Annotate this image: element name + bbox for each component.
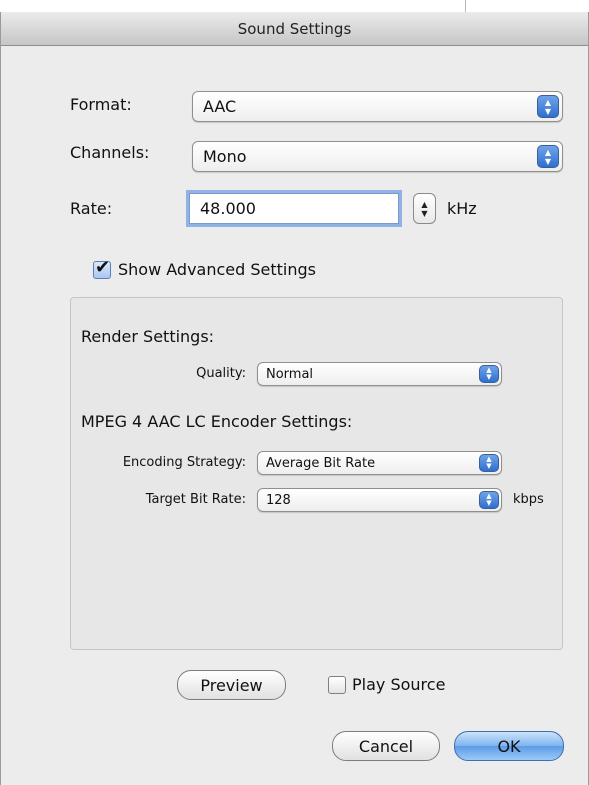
- up-down-arrows-icon: ▲ ▼: [479, 454, 499, 472]
- stepper-icon: ▲ ▼: [421, 199, 428, 218]
- render-settings-heading: Render Settings:: [81, 327, 215, 346]
- up-down-arrows-icon: ▲ ▼: [479, 365, 499, 383]
- up-down-arrows-icon: ▲ ▼: [537, 145, 559, 168]
- target-bit-rate-label: Target Bit Rate:: [145, 492, 246, 507]
- format-label: Format:: [70, 95, 132, 114]
- format-value: AAC: [203, 97, 237, 116]
- rate-stepper[interactable]: ▲ ▼: [413, 193, 436, 224]
- play-source-label[interactable]: Play Source: [352, 675, 445, 694]
- title-bar[interactable]: Sound Settings: [1, 12, 588, 46]
- rate-unit: kHz: [447, 199, 477, 218]
- quality-popup[interactable]: Normal ▲ ▼: [257, 362, 502, 386]
- show-advanced-label[interactable]: Show Advanced Settings: [118, 260, 316, 279]
- up-down-arrows-icon: ▲ ▼: [479, 491, 499, 509]
- background-divider: [465, 0, 466, 12]
- sound-settings-dialog: Sound Settings Format: AAC ▲ ▼ Channels: …: [0, 12, 589, 785]
- encoding-strategy-popup[interactable]: Average Bit Rate ▲ ▼: [257, 451, 502, 475]
- channels-popup[interactable]: Mono ▲ ▼: [192, 141, 563, 172]
- channels-label: Channels:: [70, 143, 150, 162]
- background-window: [0, 0, 589, 12]
- target-bit-rate-popup[interactable]: 128 ▲ ▼: [257, 488, 502, 512]
- rate-value: 48.000: [200, 199, 256, 218]
- preview-button[interactable]: Preview: [177, 670, 286, 700]
- dialog-title: Sound Settings: [237, 20, 352, 38]
- show-advanced-checkbox[interactable]: ✔: [93, 257, 111, 279]
- channels-value: Mono: [203, 147, 247, 166]
- ok-button[interactable]: OK: [454, 731, 564, 761]
- encoding-strategy-value: Average Bit Rate: [266, 455, 376, 471]
- cancel-button[interactable]: Cancel: [332, 731, 440, 761]
- play-source-checkbox[interactable]: [328, 676, 346, 694]
- encoding-strategy-label: Encoding Strategy:: [122, 455, 246, 470]
- rate-label: Rate:: [70, 199, 113, 218]
- bit-rate-unit: kbps: [513, 492, 544, 507]
- encoder-settings-heading: MPEG 4 AAC LC Encoder Settings:: [81, 412, 353, 431]
- rate-field[interactable]: 48.000: [189, 193, 399, 224]
- target-bit-rate-value: 128: [266, 492, 291, 508]
- checkmark-icon: ✔: [95, 257, 111, 278]
- quality-value: Normal: [266, 366, 314, 382]
- up-down-arrows-icon: ▲ ▼: [537, 95, 559, 118]
- quality-label: Quality:: [196, 366, 246, 381]
- format-popup[interactable]: AAC ▲ ▼: [192, 91, 563, 122]
